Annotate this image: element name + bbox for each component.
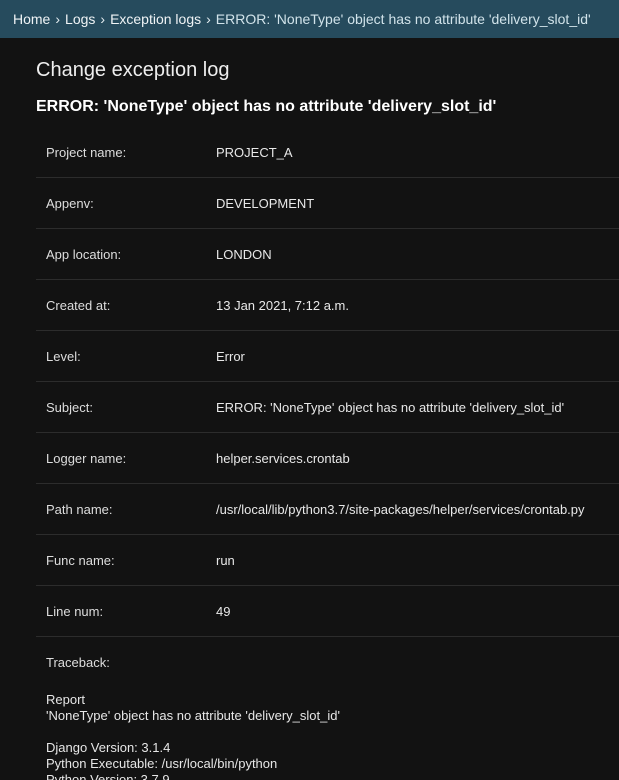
field-row-path-name: Path name: /usr/local/lib/python3.7/site…	[36, 484, 619, 535]
field-value: DEVELOPMENT	[216, 195, 315, 211]
field-label: Func name:	[46, 552, 115, 568]
field-value: ERROR: 'NoneType' object has no attribut…	[216, 399, 565, 415]
field-row-line-num: Line num: 49	[36, 586, 619, 637]
breadcrumb-exception-logs-link[interactable]: Exception logs	[110, 11, 201, 27]
field-label: Subject:	[46, 399, 93, 415]
breadcrumb-home-link[interactable]: Home	[13, 11, 50, 27]
object-heading: ERROR: 'NoneType' object has no attribut…	[36, 98, 497, 115]
field-row-func-name: Func name: run	[36, 535, 619, 586]
traceback-line: Django Version: 3.1.4	[46, 740, 171, 755]
traceback-line: Python Executable: /usr/local/bin/python	[46, 756, 278, 771]
field-label: Traceback:	[46, 655, 110, 670]
field-row-logger-name: Logger name: helper.services.crontab	[36, 433, 619, 484]
field-row-created-at: Created at: 13 Jan 2021, 7:12 a.m.	[36, 280, 619, 331]
field-row-app-location: App location: LONDON	[36, 229, 619, 280]
field-row-level: Level: Error	[36, 331, 619, 382]
field-label: Created at:	[46, 297, 111, 313]
breadcrumb: Home › Logs › Exception logs › ERROR: 'N…	[0, 0, 619, 38]
traceback-line: 'NoneType' object has no attribute 'deli…	[46, 708, 340, 723]
field-row-appenv: Appenv: DEVELOPMENT	[36, 178, 619, 229]
breadcrumb-separator: ›	[55, 11, 61, 27]
breadcrumb-separator: ›	[100, 11, 106, 27]
field-row-project-name: Project name: PROJECT_A	[36, 127, 619, 178]
traceback-text: Report 'NoneType' object has no attribut…	[46, 692, 619, 780]
field-label: Logger name:	[46, 450, 127, 466]
field-label: Line num:	[46, 603, 104, 619]
field-value: LONDON	[216, 246, 272, 262]
field-label: Path name:	[46, 501, 113, 517]
change-form-page: Home › Logs › Exception logs › ERROR: 'N…	[0, 0, 619, 780]
field-value: Error	[216, 348, 245, 364]
field-value: /usr/local/lib/python3.7/site-packages/h…	[216, 501, 585, 517]
field-row-traceback: Traceback: Report 'NoneType' object has …	[36, 637, 619, 780]
page-title: Change exception log	[36, 59, 230, 81]
field-label: Appenv:	[46, 195, 94, 211]
field-label: Project name:	[46, 144, 127, 160]
field-row-subject: Subject: ERROR: 'NoneType' object has no…	[36, 382, 619, 433]
field-label: App location:	[46, 246, 122, 262]
traceback-line: Report	[46, 692, 86, 707]
readonly-fieldset: Project name: PROJECT_A Appenv: DEVELOPM…	[36, 127, 619, 780]
field-value: run	[216, 552, 235, 568]
field-value: PROJECT_A	[216, 144, 293, 160]
traceback-line: Python Version: 3.7.9	[46, 772, 170, 780]
field-value: helper.services.crontab	[216, 450, 350, 466]
breadcrumb-current: ERROR: 'NoneType' object has no attribut…	[215, 11, 591, 27]
field-value: 49	[216, 603, 231, 619]
content-area: Change exception log ERROR: 'NoneType' o…	[0, 58, 619, 780]
traceback-blank-line	[46, 724, 619, 740]
field-label: Level:	[46, 348, 81, 364]
breadcrumb-separator: ›	[206, 11, 211, 27]
breadcrumb-logs-link[interactable]: Logs	[65, 11, 95, 27]
field-value: 13 Jan 2021, 7:12 a.m.	[216, 297, 349, 313]
